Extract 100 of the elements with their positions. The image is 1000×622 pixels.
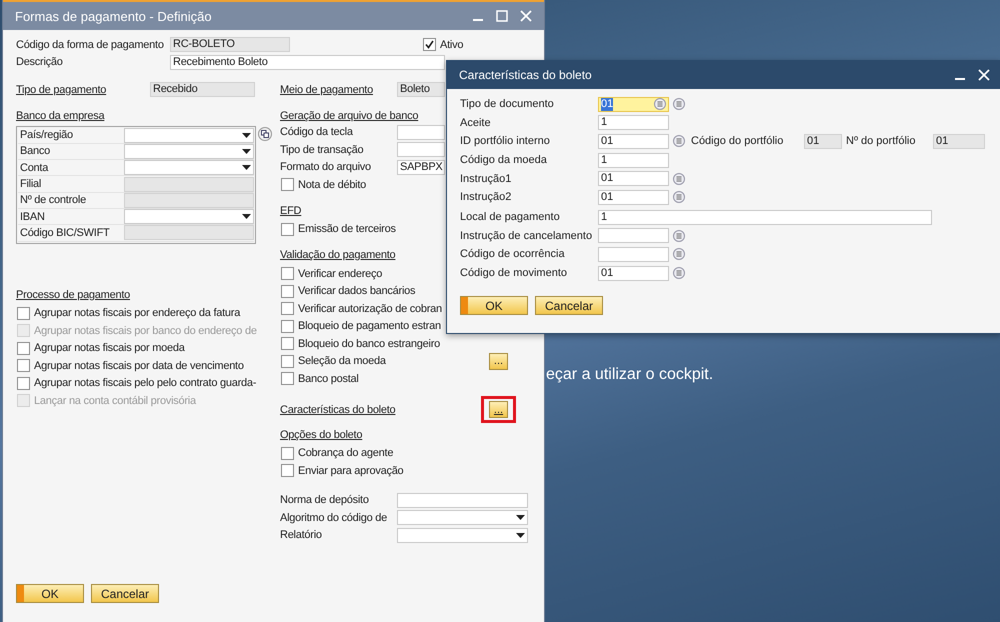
checkbox-label: Enviar para aprovação	[298, 464, 404, 477]
field-label: Nº de controle	[19, 194, 87, 206]
field-label: IBAN	[19, 210, 46, 223]
checkbox[interactable]	[281, 267, 294, 280]
text-field[interactable]: 01	[598, 96, 669, 112]
caret-icon	[242, 148, 251, 154]
text-field[interactable]: 01	[598, 190, 669, 205]
list-icon[interactable]	[673, 267, 685, 280]
field-label: Descrição	[16, 56, 64, 68]
section-title[interactable]: Banco da empresa	[16, 110, 104, 122]
checkbox[interactable]	[281, 446, 294, 460]
checkbox-label: Agrupar notas fiscais por banco do endereço de	[34, 324, 257, 337]
checkbox[interactable]	[281, 222, 294, 236]
list-icon[interactable]	[673, 230, 685, 242]
checkbox-label: Emissão de terceiros	[298, 223, 396, 236]
field-label: Instrução1	[460, 172, 512, 185]
field-label: Código da tecla	[280, 126, 354, 138]
field-label: Aceite	[460, 116, 492, 129]
section-title[interactable]: Processo de pagamento	[16, 288, 130, 301]
checkbox-label: Agrupar notas fiscais por data de vencimento	[34, 360, 244, 372]
text-field[interactable]	[124, 225, 254, 240]
checkbox-label: Verificar endereço	[298, 268, 382, 280]
checkbox[interactable]	[281, 302, 294, 316]
checkbox[interactable]	[281, 464, 294, 478]
checkbox[interactable]	[17, 342, 30, 355]
text-field[interactable]	[598, 246, 669, 262]
ellipsis-button[interactable]: ...	[489, 352, 508, 370]
checkbox-label: Agrupar notas fiscais por endereço da fatura	[34, 307, 240, 320]
field-label: Código de movimento	[460, 267, 568, 280]
linked-squares-icon[interactable]	[258, 126, 272, 140]
text-field[interactable]	[397, 142, 445, 158]
caret-icon	[516, 532, 525, 538]
checkbox-label: Banco postal	[298, 372, 359, 385]
list-icon[interactable]	[673, 98, 685, 110]
list-icon[interactable]	[673, 248, 685, 260]
field-label: Relatório	[280, 529, 323, 542]
list-icon[interactable]	[673, 191, 685, 204]
checkbox-label: Verificar autorização de cobran	[298, 302, 442, 315]
text-field[interactable]: 1	[598, 152, 669, 168]
field-label: Banco	[19, 145, 51, 158]
field-label: ID portfólio interno	[460, 135, 551, 148]
text-field[interactable]: 01	[933, 134, 985, 149]
text-field[interactable]	[397, 492, 528, 508]
list-icon[interactable]	[673, 135, 685, 148]
checkbox-label: Agrupar notas fiscais por moeda	[34, 342, 185, 354]
field-label: Local de pagamento	[460, 211, 561, 224]
field-label: Meio de pagamento	[280, 84, 374, 96]
text-field[interactable]: 01	[598, 134, 669, 149]
caret-icon	[242, 214, 251, 220]
field-label: Instrução de cancelamento	[460, 230, 594, 242]
section-title[interactable]: Características do boleto	[280, 404, 396, 416]
text-field[interactable]: RC-BOLETO	[170, 37, 290, 52]
section-title[interactable]: Validação do pagamento	[280, 249, 396, 261]
checkbox[interactable]	[281, 284, 294, 298]
text-field[interactable]: 1	[598, 115, 669, 130]
dialog-button[interactable]: OK	[16, 584, 84, 603]
checkbox-label: Bloqueio de pagamento estran	[298, 320, 441, 332]
checkbox[interactable]	[423, 38, 436, 52]
field-label: País/região	[19, 129, 74, 142]
field-label: Algoritmo do código de	[280, 512, 388, 524]
checkbox[interactable]	[281, 372, 294, 386]
text-field[interactable]	[124, 192, 254, 208]
checkbox[interactable]	[281, 337, 294, 350]
text-field[interactable]: SAPBPX	[397, 160, 445, 175]
text-field[interactable]: 01	[804, 134, 842, 149]
dialog-button[interactable]: OK	[460, 296, 528, 316]
checkbox[interactable]	[281, 354, 294, 368]
checkbox-label: Nota de débito	[298, 178, 366, 191]
list-icon[interactable]	[673, 172, 685, 185]
section-title[interactable]: Opções do boleto	[280, 428, 362, 440]
list-icon[interactable]	[654, 98, 666, 110]
checkbox[interactable]	[17, 359, 30, 372]
text-field[interactable]: 01	[598, 266, 669, 281]
caret-icon	[242, 132, 251, 138]
text-field[interactable]: 01	[598, 171, 669, 186]
caret-icon	[242, 165, 251, 170]
text-field[interactable]	[124, 176, 254, 192]
checkbox[interactable]	[17, 376, 30, 390]
field-label: Código de ocorrência	[460, 248, 566, 260]
close-icon[interactable]	[978, 69, 990, 81]
text-field[interactable]: Boleto	[397, 82, 445, 98]
field-label: Tipo de pagamento	[16, 84, 108, 96]
field-label: Formato do arquivo	[280, 161, 372, 174]
text-field[interactable]: Recebimento Boleto	[170, 54, 445, 70]
text-field[interactable]: Recebido	[150, 82, 255, 98]
field-label: Tipo de documento	[460, 98, 555, 110]
checkbox[interactable]	[17, 306, 30, 320]
caret-icon	[516, 515, 525, 520]
text-field[interactable]: 1	[598, 210, 932, 225]
text-field[interactable]	[598, 228, 669, 244]
checkbox[interactable]	[281, 178, 294, 192]
section-title[interactable]: EFD	[280, 204, 302, 216]
text-field[interactable]	[397, 124, 445, 140]
section-title[interactable]: Geração de arquivo de banco	[280, 110, 418, 122]
dialog-button[interactable]: Cancelar	[535, 296, 603, 316]
checkbox-label: Bloqueio do banco estrangeiro	[298, 338, 440, 350]
maximize-icon[interactable]	[496, 10, 508, 22]
dialog-button[interactable]: Cancelar	[91, 584, 159, 603]
ellipsis-button[interactable]: ...	[489, 401, 508, 418]
checkbox[interactable]	[281, 320, 294, 333]
